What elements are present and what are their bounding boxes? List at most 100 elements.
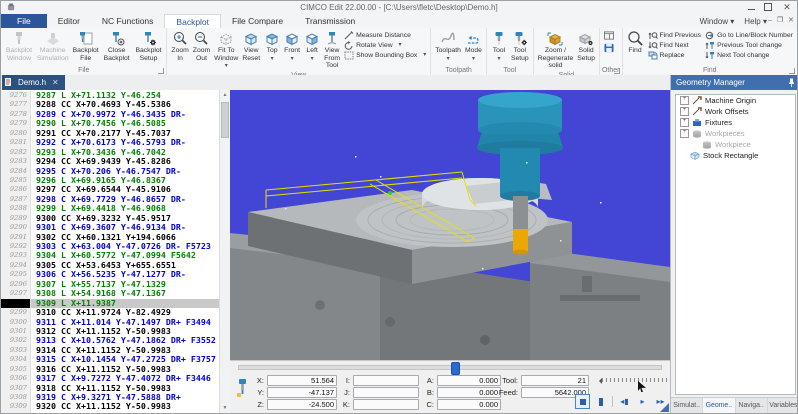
find-button[interactable]: Find — [625, 29, 646, 56]
other-window-button[interactable] — [604, 31, 614, 40]
tree-item-workpieces[interactable]: +Workpieces — [676, 128, 795, 139]
line-number: 9278 — [1, 110, 31, 119]
next-tool-change-button[interactable]: Next Tool change — [705, 51, 793, 60]
view-front-button[interactable]: Front▾ — [282, 29, 302, 63]
line-number: 9299 — [1, 308, 31, 317]
expand-icon[interactable]: + — [680, 96, 689, 105]
document-tab-demo[interactable]: Demo.h ✕ — [2, 75, 65, 90]
nc-code-editor[interactable]: 92769287 L X+71.1132 Y-46.25492779288 CC… — [1, 90, 231, 413]
tree-item-fixtures[interactable]: +Fixtures — [676, 117, 795, 128]
machine-simulation-button[interactable]: Machine Simulation — [35, 29, 71, 63]
solid-setup-button[interactable]: Solid Setup — [575, 29, 597, 63]
tree-item-machine-origin[interactable]: +Machine Origin — [676, 95, 795, 106]
ribbon-tab-file[interactable]: File — [1, 14, 47, 28]
expand-icon[interactable]: + — [680, 107, 689, 116]
editor-scrollbar[interactable]: ▲ ▼ — [219, 90, 230, 413]
zoom-in-button[interactable]: Zoom In — [169, 29, 190, 63]
geometry-manager-header[interactable]: Geometry Manager — [671, 75, 798, 90]
tree-item-workpiece[interactable]: Workpiece — [676, 139, 795, 150]
fit-to-window-button[interactable]: Fit To Window ▾ — [212, 29, 240, 71]
panel-tab-naviga[interactable]: Naviga.. — [736, 398, 768, 413]
other-save-button[interactable] — [604, 43, 614, 52]
stop-button[interactable] — [575, 394, 590, 409]
play-slow-button[interactable]: ▸ — [635, 394, 650, 409]
line-number: 9280 — [1, 129, 31, 138]
panel-tab-geome[interactable]: Geome.. — [703, 398, 735, 413]
tree-item-label: Work Offsets — [705, 107, 749, 116]
scroll-up-icon[interactable]: ▲ — [220, 92, 230, 98]
zoom-out-button[interactable]: Zoom Out — [191, 29, 212, 63]
ribbon-group-file: Backplot Window Machine Simulation Backp… — [1, 28, 167, 75]
ribbon-group-tool: Tool▾ Tool Setup Tool — [487, 28, 534, 75]
doc-restore-button[interactable]: ❐ — [777, 16, 783, 24]
ribbon-tab-nc-functions[interactable]: NC Functions — [91, 14, 165, 28]
panel-tab-variables[interactable]: Variables — [768, 398, 798, 413]
rotate-view-icon — [344, 41, 354, 50]
line-number: 9293 — [1, 251, 31, 260]
find-previous-button[interactable]: Find Previous — [648, 31, 702, 40]
minimize-button[interactable] — [748, 5, 755, 10]
expand-icon[interactable]: + — [680, 129, 689, 138]
find-group-launcher-icon[interactable] — [789, 68, 795, 74]
panel-tab-simulat[interactable]: Simulat.. — [671, 398, 703, 413]
tree-item-stock-rectangle[interactable]: Stock Rectangle — [676, 150, 795, 161]
mode-button[interactable]: Mode▾ — [463, 29, 484, 63]
doc-close-button[interactable]: ✕ — [788, 16, 794, 24]
find-next-button[interactable]: Find Next — [648, 41, 702, 50]
line-number: 9285 — [1, 176, 31, 185]
close-button[interactable]: ✕ — [781, 2, 793, 12]
measure-distance-button[interactable]: Measure Distance — [344, 31, 426, 40]
other-group-launcher-icon[interactable] — [614, 68, 620, 74]
tool-value: 21 — [521, 375, 589, 386]
tool-button[interactable]: Tool▾ — [489, 29, 509, 63]
close-backplot-button[interactable]: Close Backplot — [101, 29, 133, 63]
zoom-regenerate-solid-button[interactable]: Zoom / Regenerate solid — [536, 29, 576, 71]
goto-line-icon — [705, 31, 715, 40]
menu-help[interactable]: Help ▾ — [744, 17, 767, 26]
ribbon-tab-transmission[interactable]: Transmission — [294, 14, 366, 28]
tool-setup-button[interactable]: Tool Setup — [509, 29, 531, 63]
doc-minimize-button[interactable]: – — [768, 17, 772, 24]
ribbon-tab-file-compare[interactable]: File Compare — [221, 14, 294, 28]
document-tab-close-icon[interactable]: ✕ — [52, 78, 59, 87]
view-from-tool-button[interactable]: View From Tool — [322, 29, 342, 71]
backplot-window-button[interactable]: Backplot Window — [3, 29, 35, 63]
replace-button[interactable]: Replace — [648, 51, 702, 60]
simulation-progress-slider[interactable] — [238, 365, 662, 370]
pin-icon[interactable] — [788, 78, 795, 87]
stock-icon — [690, 151, 700, 160]
cimco-edit-window: CIMCO Edit 22.00.00 - [C:\Users\fletc\De… — [0, 0, 798, 414]
backplot-file-button[interactable]: Backplot File — [71, 29, 101, 63]
view-reset-icon — [243, 30, 259, 47]
toolpath-button[interactable]: Toolpath▾ — [433, 29, 463, 63]
code-line[interactable]: 93109321 C X+9.0593 Y-47.8147 DR+ — [1, 412, 220, 413]
file-group-launcher-icon[interactable] — [158, 68, 164, 74]
menu-window[interactable]: Window ▾ — [700, 17, 735, 26]
show-bounding-box-icon — [344, 51, 354, 60]
current-tool-icon — [236, 378, 249, 398]
show-bounding-box-button[interactable]: Show Bounding Box ▾ — [344, 51, 426, 60]
axis-pen-icon — [692, 107, 702, 116]
ribbon-group-solid: Zoom / Regenerate solid Solid Setup Soli… — [534, 28, 600, 75]
scroll-down-icon[interactable]: ▼ — [220, 405, 230, 411]
tree-item-work-offsets[interactable]: + Work Offsets — [676, 106, 795, 117]
progress-handle[interactable] — [451, 362, 460, 375]
backplot-3d-view[interactable]: X:51.564 I: A:0.000 Y:-47.137 J: B:0.000… — [230, 90, 670, 413]
backplot-setup-button[interactable]: Backplot Setup — [133, 29, 165, 63]
restore-button[interactable] — [764, 3, 772, 11]
ribbon-tab-backplot[interactable]: Backplot — [164, 14, 221, 28]
line-number: 9291 — [1, 233, 31, 242]
ribbon-tab-row: FileEditorNC FunctionsBackplotFile Compa… — [1, 14, 797, 29]
scrollbar-thumb[interactable] — [221, 102, 229, 138]
view-left-button[interactable]: Left▾ — [302, 29, 322, 63]
previous-tool-change-button[interactable]: Previous Tool change — [705, 41, 793, 50]
view-top-button[interactable]: Top▾ — [262, 29, 282, 63]
goto-line-button[interactable]: Go to Line/Block Number — [705, 31, 793, 40]
position-readout: X:51.564 I: A:0.000 Y:-47.137 J: B:0.000… — [252, 375, 501, 410]
view-reset-button[interactable]: View Reset — [240, 29, 262, 63]
expand-icon[interactable]: + — [680, 118, 689, 127]
step-back-button[interactable]: ◂▮ — [617, 394, 632, 409]
rotate-view-button[interactable]: Rotate View ▾ — [344, 41, 426, 50]
ribbon-tab-editor[interactable]: Editor — [47, 14, 91, 28]
pause-button[interactable] — [593, 394, 608, 409]
